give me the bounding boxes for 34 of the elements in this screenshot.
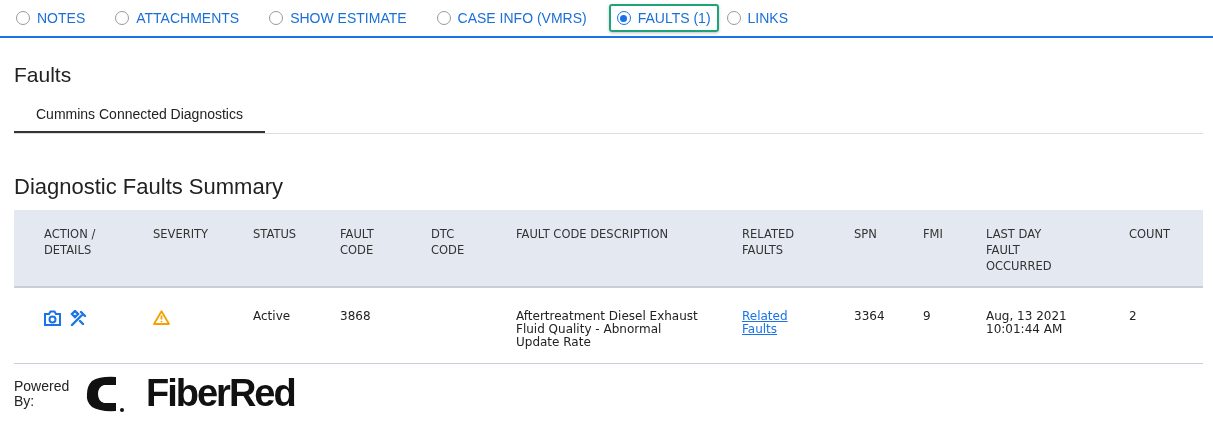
- column-header: SPN: [854, 226, 878, 242]
- tab[interactable]: SHOW ESTIMATE: [261, 4, 415, 32]
- powered-by-label: Powered By:: [14, 378, 71, 409]
- subtab[interactable]: Cummins Connected Diagnostics: [14, 98, 265, 133]
- table-cell-text: Aftertreatment Diesel Exhaust Fluid Quality - Abnormal Update Rate: [516, 310, 699, 349]
- table-cell: 2: [1129, 310, 1137, 323]
- tab[interactable]: NOTES: [8, 4, 94, 32]
- camera-icon[interactable]: [44, 310, 61, 326]
- column-header: RELATED FAULTS: [742, 226, 796, 258]
- page-title: Faults: [14, 63, 73, 87]
- table-cell-text: Aug, 13 2021 10:01:44 AM: [986, 310, 1068, 336]
- column-header: COUNT: [1129, 226, 1172, 242]
- column-header: DTC CODE: [431, 226, 466, 258]
- table-cell: 3868: [340, 310, 371, 323]
- tab[interactable]: LINKS: [718, 4, 797, 32]
- column-header: LAST DAY FAULT OCCURRED: [986, 226, 1053, 274]
- section-title: Diagnostic Faults Summary: [14, 174, 284, 200]
- column-header: FMI: [923, 226, 944, 242]
- related-faults-link[interactable]: Related Faults: [742, 310, 802, 336]
- column-header: SEVERITY: [153, 226, 210, 242]
- tab[interactable]: FAULTS (1): [608, 4, 719, 32]
- table-cell: Active: [253, 310, 291, 323]
- tab[interactable]: CASE INFO (VMRS): [428, 4, 595, 32]
- tools-icon[interactable]: [70, 310, 87, 327]
- table-cell: 3364: [854, 310, 885, 323]
- brand-logo: FiberRed: [146, 372, 295, 415]
- c-logo-icon: [86, 374, 126, 413]
- column-header: ACTION / DETAILS: [44, 226, 97, 258]
- column-header: FAULT CODE: [340, 226, 375, 258]
- table-cell: 9: [923, 310, 931, 323]
- tab[interactable]: ATTACHMENTS: [107, 4, 248, 32]
- warning-icon: [153, 310, 170, 325]
- column-header: FAULT CODE DESCRIPTION: [516, 226, 670, 242]
- column-header: STATUS: [253, 226, 298, 242]
